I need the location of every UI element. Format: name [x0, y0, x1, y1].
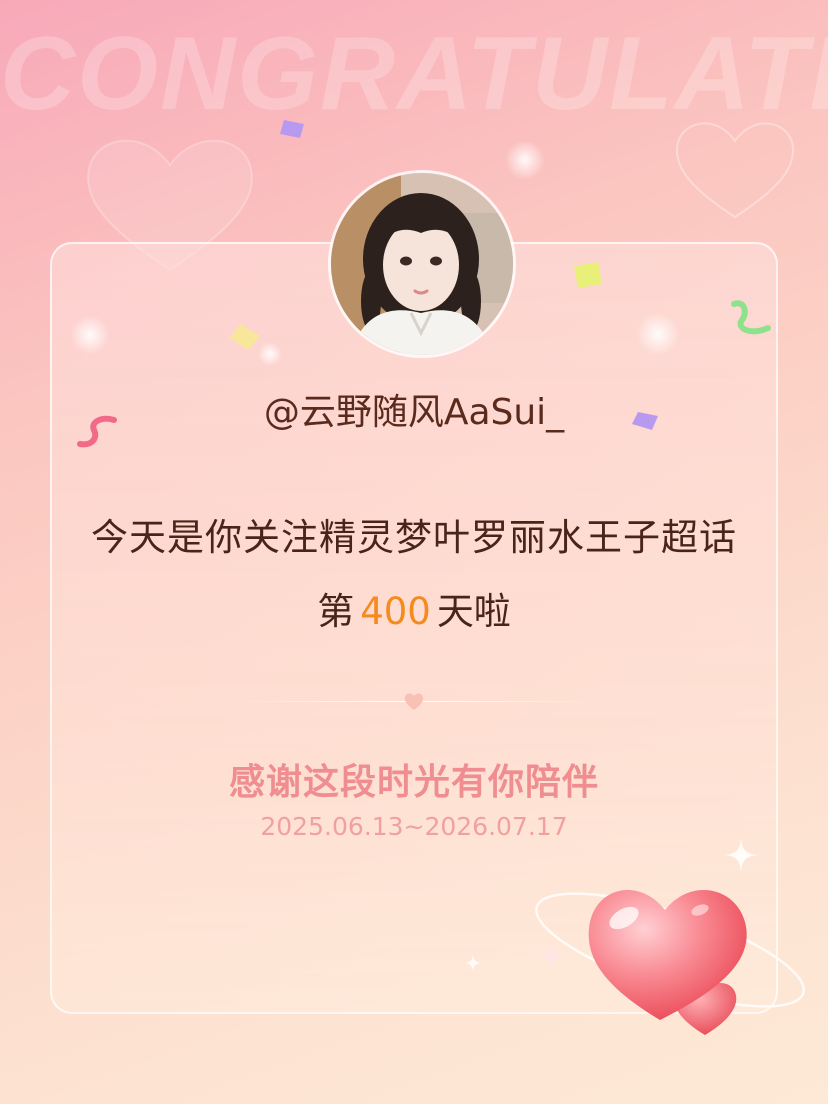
confetti-icon	[574, 262, 602, 288]
thanks-text: 感谢这段时光有你陪伴	[228, 762, 599, 803]
background-heart-outline-icon	[676, 122, 794, 219]
background-headline: CONGRATULATE	[0, 16, 828, 132]
heart-decoration-icon	[535, 889, 805, 1035]
confetti-icon	[230, 324, 260, 350]
heart-icon	[404, 693, 424, 710]
day-count-number: 400	[360, 590, 431, 633]
day-count-message: 第 400 天啦	[50, 586, 778, 638]
sparkle-glow	[505, 140, 545, 180]
avatar[interactable]	[331, 173, 513, 355]
day-count-suffix: 天啦	[436, 590, 511, 633]
user-avatar-photo	[331, 173, 513, 355]
follow-message: 今天是你关注精灵梦叶罗丽水王子超话	[91, 516, 737, 559]
sparkle-glow	[636, 312, 680, 356]
sparkle-glow	[70, 315, 110, 355]
sparkle-icon	[464, 954, 482, 972]
username[interactable]: @云野随风AaSui_	[50, 388, 778, 438]
ribbon-icon	[731, 300, 771, 335]
confetti-icon	[280, 120, 304, 138]
day-count-prefix: 第	[317, 590, 355, 633]
